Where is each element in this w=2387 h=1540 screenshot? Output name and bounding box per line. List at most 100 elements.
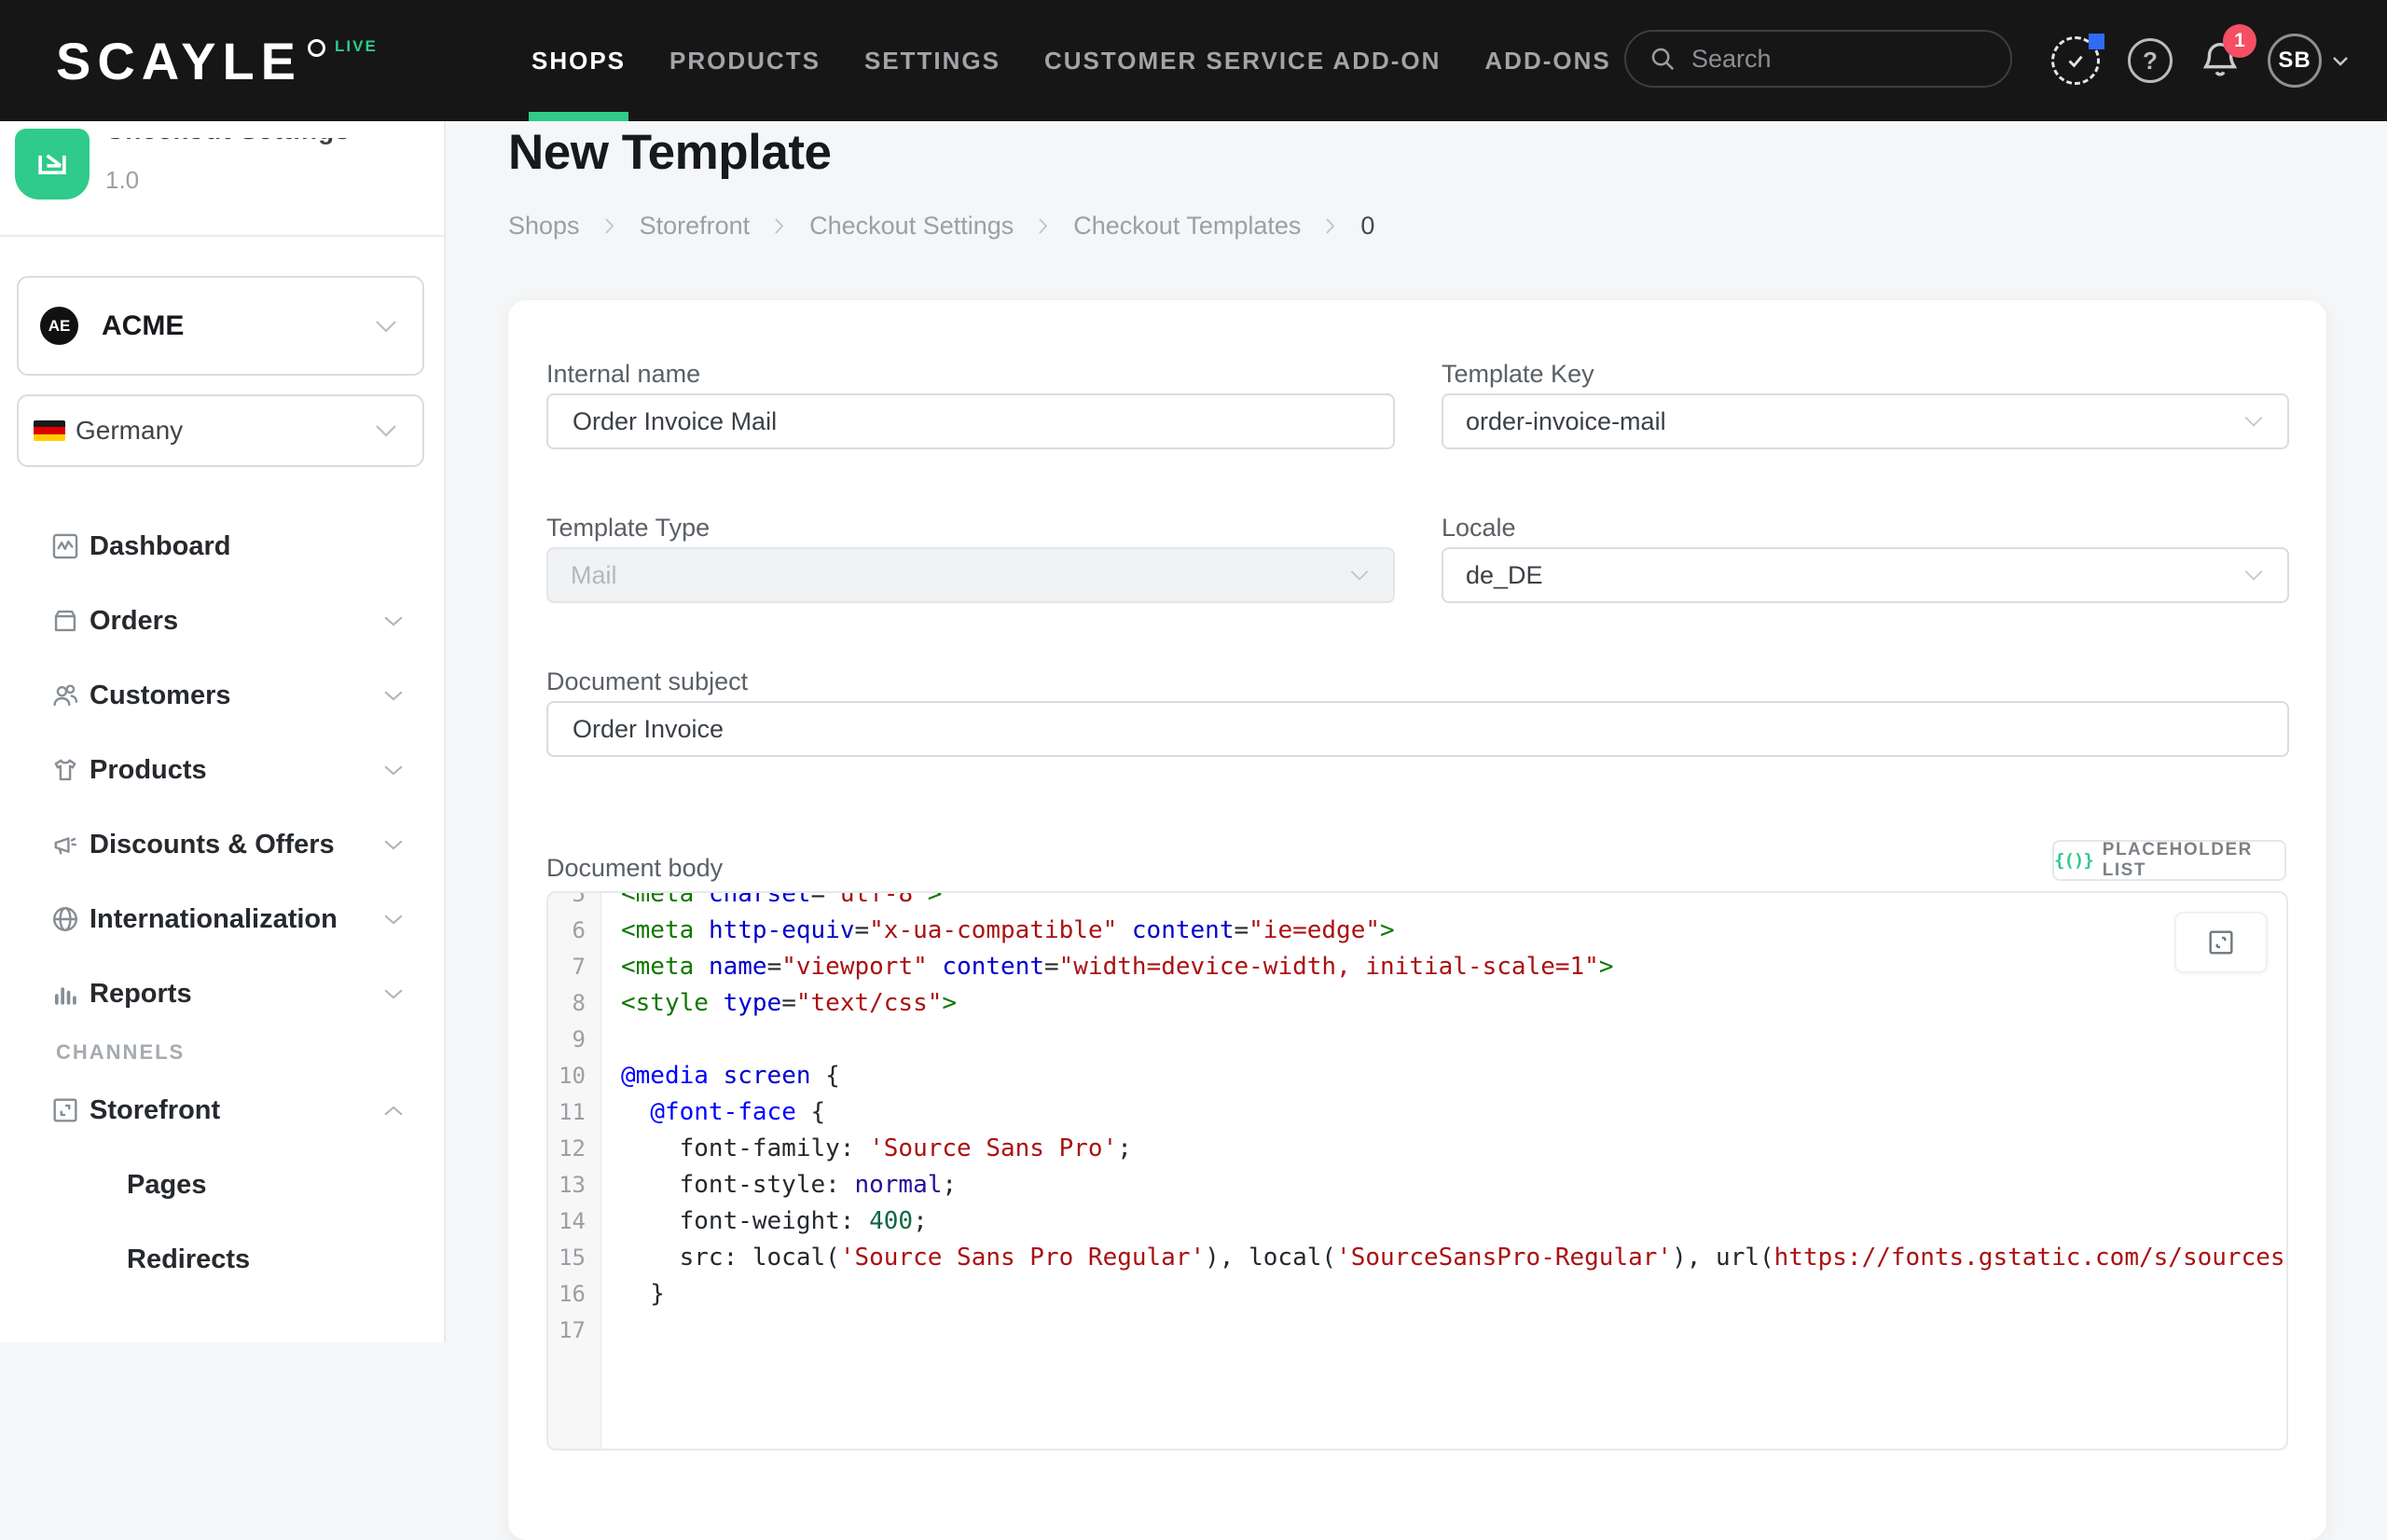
global-search[interactable] <box>1624 30 2012 88</box>
line-number: 17 <box>548 1317 600 1343</box>
breadcrumb-item-storefront[interactable]: Storefront <box>640 212 751 241</box>
sidebar-item-storefront[interactable]: Storefront <box>0 1073 444 1148</box>
template-type-select: Mail <box>546 547 1395 603</box>
channels-section-header: CHANNELS <box>0 1031 444 1073</box>
nav-item-customer-service-add-on[interactable]: CUSTOMER SERVICE ADD-ON <box>1044 0 1441 121</box>
sidebar-item-dashboard[interactable]: Dashboard <box>0 509 444 584</box>
country-selector[interactable]: Germany <box>17 394 424 467</box>
sidebar-item-customers[interactable]: Customers <box>0 658 444 733</box>
dashboard-icon <box>49 530 81 562</box>
placeholder-braces-icon: {()} <box>2054 850 2093 871</box>
code-text: font-weight: 400; <box>600 1207 928 1235</box>
sidebar-item-reports[interactable]: Reports <box>0 956 444 1031</box>
reports-icon <box>49 978 81 1010</box>
line-number: 13 <box>548 1172 600 1198</box>
internal-name-field[interactable] <box>546 393 1395 449</box>
locale-select[interactable]: de_DE <box>1442 547 2289 603</box>
code-line-11: 11 @font-face { <box>548 1093 2286 1130</box>
sidebar-item-label: Reports <box>90 979 192 1010</box>
chevron-down-icon <box>2331 54 2350 67</box>
code-text: <meta http-equiv="x-ua-compatible" conte… <box>600 916 1395 944</box>
breadcrumb-item-0: 0 <box>1360 212 1374 241</box>
line-number: 7 <box>548 954 600 980</box>
search-icon <box>1649 45 1676 73</box>
sidebar-subitem-label: Pages <box>127 1170 206 1201</box>
line-number: 9 <box>548 1026 600 1052</box>
storefront-icon <box>49 1094 81 1126</box>
internationalization-icon <box>49 903 81 935</box>
internal-name-input[interactable] <box>571 406 1334 437</box>
sidebar-item-discounts-offers[interactable]: Discounts & Offers <box>0 807 444 882</box>
sidebar-item-label: Dashboard <box>90 531 230 562</box>
code-text: @font-face { <box>600 1098 825 1126</box>
sidebar-subitem-label: Redirects <box>127 1244 250 1275</box>
template-type-label: Template Type <box>546 514 710 543</box>
sidebar-item-internationalization[interactable]: Internationalization <box>0 882 444 956</box>
app-logo-icon <box>15 129 90 199</box>
nav-item-shops[interactable]: SHOPS <box>531 0 626 121</box>
shop-selector[interactable]: AE ACME <box>17 276 424 376</box>
chevron-down-icon <box>382 763 405 777</box>
notifications-button[interactable]: 1 <box>2199 0 2242 121</box>
page-title: New Template <box>508 124 831 181</box>
chevron-down-icon <box>1348 569 1371 582</box>
code-line-13: 13 font-style: normal; <box>548 1166 2286 1203</box>
locale-label: Locale <box>1442 514 1516 543</box>
nav-item-settings[interactable]: SETTINGS <box>864 0 1000 121</box>
chevron-down-icon <box>382 913 405 927</box>
chevron-down-icon <box>382 614 405 628</box>
live-badge: LIVE <box>335 37 378 56</box>
help-icon: ? <box>2128 38 2173 83</box>
code-line-6: 6<meta http-equiv="x-ua-compatible" cont… <box>548 912 2286 948</box>
code-line-8: 8<style type="text/css"> <box>548 984 2286 1021</box>
document-body-editor[interactable]: 5<meta charset="utf-8">6<meta http-equiv… <box>546 891 2288 1451</box>
line-number: 11 <box>548 1099 600 1125</box>
sidebar-subitem-redirects[interactable]: Redirects <box>0 1222 444 1297</box>
code-text: <style type="text/css"> <box>600 989 957 1017</box>
sidebar-item-label: Discounts & Offers <box>90 830 335 860</box>
line-number: 14 <box>548 1208 600 1234</box>
code-line-15: 15 src: local('Source Sans Pro Regular')… <box>548 1239 2286 1275</box>
nav-item-products[interactable]: PRODUCTS <box>669 0 821 121</box>
template-key-label: Template Key <box>1442 360 1594 389</box>
code-line-10: 10@media screen { <box>548 1057 2286 1093</box>
shop-avatar: AE <box>40 307 78 345</box>
app-title-clipped: Checkout Settings <box>105 138 427 155</box>
editor-fullscreen-button[interactable] <box>2174 912 2268 973</box>
scayle-logo[interactable]: SCAYLE LIVE <box>56 0 378 121</box>
chevron-down-icon <box>2242 415 2265 428</box>
topbar: SCAYLE LIVE SHOPS PRODUCTS SETTINGS CUSTOME… <box>0 0 2387 121</box>
template-key-select[interactable]: order-invoice-mail <box>1442 393 2289 449</box>
sidebar-item-label: Storefront <box>90 1095 220 1126</box>
document-subject-field[interactable] <box>546 701 2289 757</box>
chevron-down-icon <box>382 987 405 1001</box>
help-button[interactable]: ? <box>2128 0 2173 121</box>
form-card: Internal name Template Key order-invoice… <box>508 300 2326 1540</box>
code-text: } <box>600 1280 665 1308</box>
sidebar-item-orders[interactable]: Orders <box>0 584 444 658</box>
discounts-icon <box>49 829 81 860</box>
code-lines: 5<meta charset="utf-8">6<meta http-equiv… <box>548 891 2286 1348</box>
document-body-label: Document body <box>546 854 723 883</box>
breadcrumb-separator-icon <box>774 217 785 235</box>
search-input[interactable] <box>1690 44 1973 75</box>
breadcrumb-item-checkout-settings[interactable]: Checkout Settings <box>809 212 1014 241</box>
breadcrumb-separator-icon <box>1038 217 1049 235</box>
code-text: font-style: normal; <box>600 1171 957 1199</box>
chevron-down-icon <box>374 319 398 334</box>
breadcrumb-item-checkout-templates[interactable]: Checkout Templates <box>1073 212 1301 241</box>
tasks-button[interactable] <box>2051 0 2100 121</box>
sidebar-item-products[interactable]: Products <box>0 733 444 807</box>
placeholder-list-button[interactable]: {()} PLACEHOLDER LIST <box>2052 840 2286 881</box>
user-menu[interactable]: SB <box>2268 0 2350 121</box>
chevron-down-icon <box>374 423 398 438</box>
breadcrumb-item-shops[interactable]: Shops <box>508 212 580 241</box>
nav-item-add-ons[interactable]: ADD-ONS <box>1484 0 1610 121</box>
line-number: 10 <box>548 1063 600 1089</box>
code-line-17: 17 <box>548 1312 2286 1348</box>
code-line-9: 9 <box>548 1021 2286 1057</box>
tasks-icon <box>2051 36 2100 85</box>
sidebar-subitem-pages[interactable]: Pages <box>0 1148 444 1222</box>
country-name: Germany <box>76 416 183 446</box>
document-subject-input[interactable] <box>571 714 2140 745</box>
